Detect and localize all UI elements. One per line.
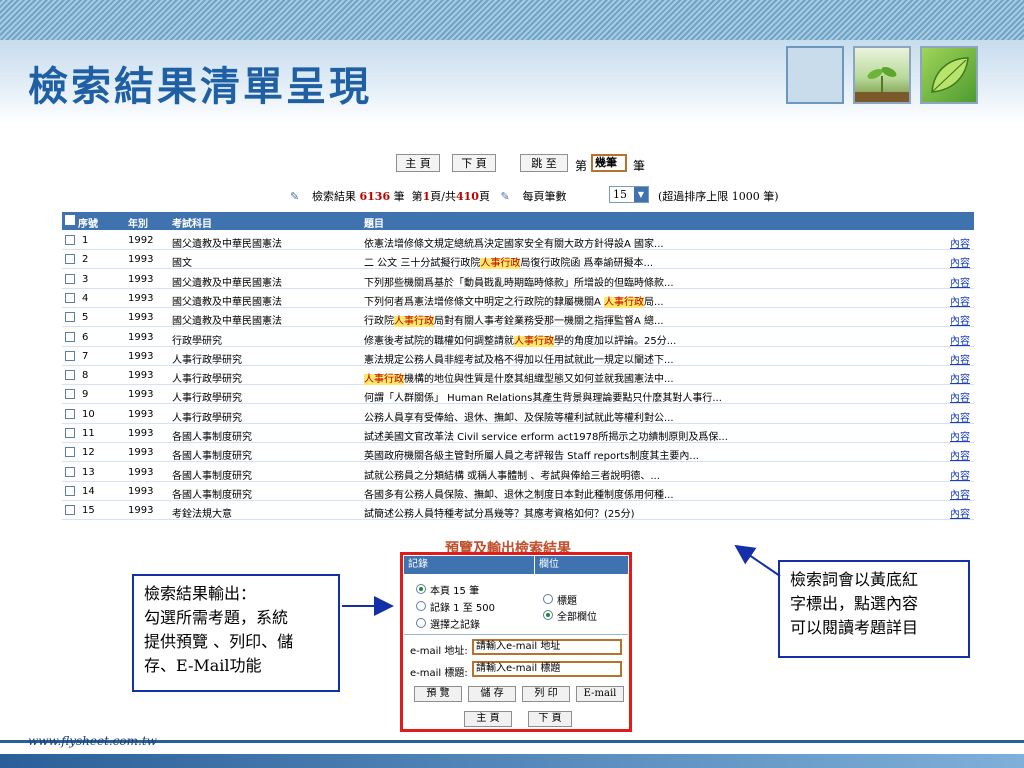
footer-url: www.flysheet.com.tw xyxy=(28,734,157,748)
callout-arrows xyxy=(342,544,781,616)
footer-band xyxy=(0,754,1024,768)
arrow-to-table xyxy=(734,544,781,577)
